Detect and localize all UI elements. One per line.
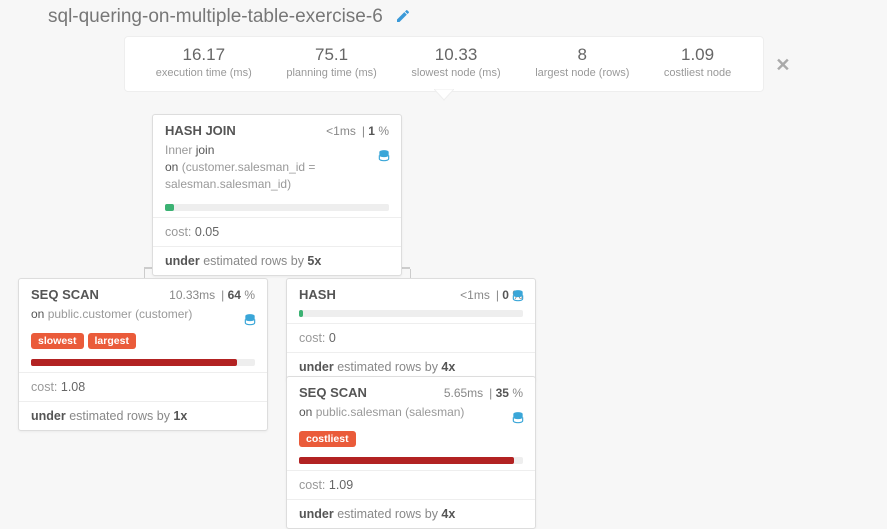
page-title: sql-quering-on-multiple-table-exercise-6	[48, 6, 383, 28]
bar-fill	[299, 310, 303, 317]
database-icon[interactable]	[243, 313, 257, 330]
plan-node-hash-join[interactable]: HASH JOIN <1ms | 1 % Inner join on (cust…	[152, 114, 402, 276]
stat-value: 8	[535, 45, 629, 65]
database-icon[interactable]	[511, 289, 525, 306]
node-time: 10.33ms	[169, 288, 215, 302]
stat-label: largest node (rows)	[535, 67, 629, 79]
stat-costliest-node: 1.09 costliest node	[664, 45, 731, 79]
node-title: SEQ SCAN	[31, 287, 169, 302]
pencil-icon[interactable]	[395, 8, 411, 27]
stat-label: slowest node (ms)	[411, 67, 500, 79]
node-estimate: under estimated rows by 4x	[287, 500, 535, 528]
plan-node-seq-scan-salesman[interactable]: SEQ SCAN 5.65ms | 35 % on public.salesma…	[286, 376, 536, 529]
node-bar	[287, 453, 535, 470]
stat-label: costliest node	[664, 67, 731, 79]
node-title: HASH JOIN	[165, 123, 326, 138]
node-cost: cost: 0.05	[153, 218, 401, 246]
stat-value: 1.09	[664, 45, 731, 65]
plan-canvas: HASH JOIN <1ms | 1 % Inner join on (cust…	[0, 108, 887, 516]
stat-largest-node: 8 largest node (rows)	[535, 45, 629, 79]
badge-costliest: costliest	[299, 431, 356, 447]
node-badges: costliest	[287, 429, 535, 453]
close-icon[interactable]: ✕	[775, 55, 790, 76]
badge-slowest: slowest	[31, 333, 84, 349]
node-time: <1ms	[460, 288, 490, 302]
stat-value: 75.1	[286, 45, 376, 65]
badge-largest: largest	[88, 333, 136, 349]
node-pct: | 1 %	[362, 124, 389, 138]
plan-node-seq-scan-customer[interactable]: SEQ SCAN 10.33ms | 64 % on public.custom…	[18, 278, 268, 431]
stat-label: planning time (ms)	[286, 67, 376, 79]
node-bar	[153, 200, 401, 217]
chevron-down-icon	[434, 89, 454, 101]
database-icon[interactable]	[377, 149, 391, 166]
stat-slowest-node: 10.33 slowest node (ms)	[411, 45, 500, 79]
stat-execution-time: 16.17 execution time (ms)	[156, 45, 252, 79]
node-detail: Inner join on (customer.salesman_id = sa…	[153, 142, 401, 200]
node-pct: | 64 %	[221, 288, 255, 302]
node-estimate: under estimated rows by 5x	[153, 247, 401, 275]
stats-bar: 16.17 execution time (ms) 75.1 planning …	[124, 36, 764, 92]
stat-label: execution time (ms)	[156, 67, 252, 79]
stat-value: 10.33	[411, 45, 500, 65]
node-title: SEQ SCAN	[299, 385, 444, 400]
node-pct: | 35 %	[489, 386, 523, 400]
page-header: sql-quering-on-multiple-table-exercise-6	[0, 0, 887, 28]
node-badges: slowest largest	[19, 331, 267, 355]
database-icon[interactable]	[511, 411, 525, 428]
node-detail: on public.customer (customer)	[19, 306, 267, 331]
node-bar	[19, 355, 267, 372]
node-cost: cost: 1.08	[19, 373, 267, 401]
node-cost: cost: 1.09	[287, 471, 535, 499]
node-estimate: under estimated rows by 1x	[19, 402, 267, 430]
node-bar	[287, 306, 535, 323]
node-cost: cost: 0	[287, 324, 535, 352]
stat-value: 16.17	[156, 45, 252, 65]
node-title: HASH	[299, 287, 460, 302]
bar-fill	[165, 204, 174, 211]
stat-planning-time: 75.1 planning time (ms)	[286, 45, 376, 79]
node-detail: on public.salesman (salesman)	[287, 404, 535, 429]
bar-fill	[299, 457, 514, 464]
bar-fill	[31, 359, 237, 366]
node-time: 5.65ms	[444, 386, 483, 400]
plan-node-hash[interactable]: HASH <1ms | 0 % cost: 0 under estimated …	[286, 278, 536, 382]
node-time: <1ms	[326, 124, 356, 138]
